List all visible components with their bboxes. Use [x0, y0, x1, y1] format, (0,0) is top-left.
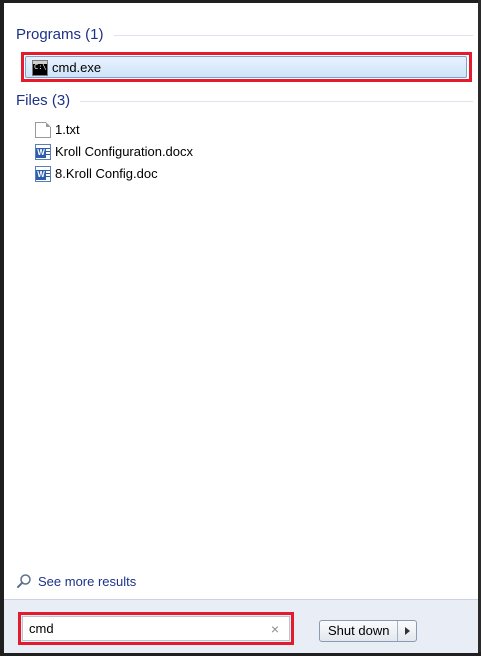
word-document-icon: W — [35, 165, 51, 182]
shutdown-button-group[interactable]: Shut down — [319, 620, 418, 642]
programs-group-header: Programs (1) — [16, 26, 473, 43]
chevron-right-icon — [404, 627, 410, 635]
shutdown-button[interactable]: Shut down — [320, 621, 399, 641]
files-group-header: Files (3) — [16, 92, 473, 109]
highlight-box-cmd-result — [21, 52, 472, 82]
word-document-icon: W — [35, 143, 51, 160]
divider — [80, 101, 473, 102]
divider — [113, 35, 473, 36]
start-menu: Programs (1) C:\ cmd.exe Files (3) 1.txt… — [0, 0, 481, 656]
highlight-box-search — [18, 612, 294, 645]
result-label: 1.txt — [55, 122, 80, 137]
result-item-1-txt[interactable]: 1.txt — [35, 119, 80, 140]
files-header-label: Files (3) — [16, 92, 71, 109]
result-item-kroll-config-doc[interactable]: W 8.Kroll Config.doc — [35, 163, 158, 184]
programs-header-label: Programs (1) — [16, 26, 104, 43]
text-file-icon — [35, 121, 51, 138]
result-item-kroll-configuration[interactable]: W Kroll Configuration.docx — [35, 141, 193, 162]
see-more-results-link[interactable]: See more results — [16, 573, 136, 589]
shutdown-options-button[interactable] — [398, 621, 416, 641]
search-icon — [16, 573, 32, 589]
see-more-label: See more results — [38, 573, 137, 589]
result-label: Kroll Configuration.docx — [55, 144, 194, 159]
result-label: 8.Kroll Config.doc — [55, 166, 158, 181]
